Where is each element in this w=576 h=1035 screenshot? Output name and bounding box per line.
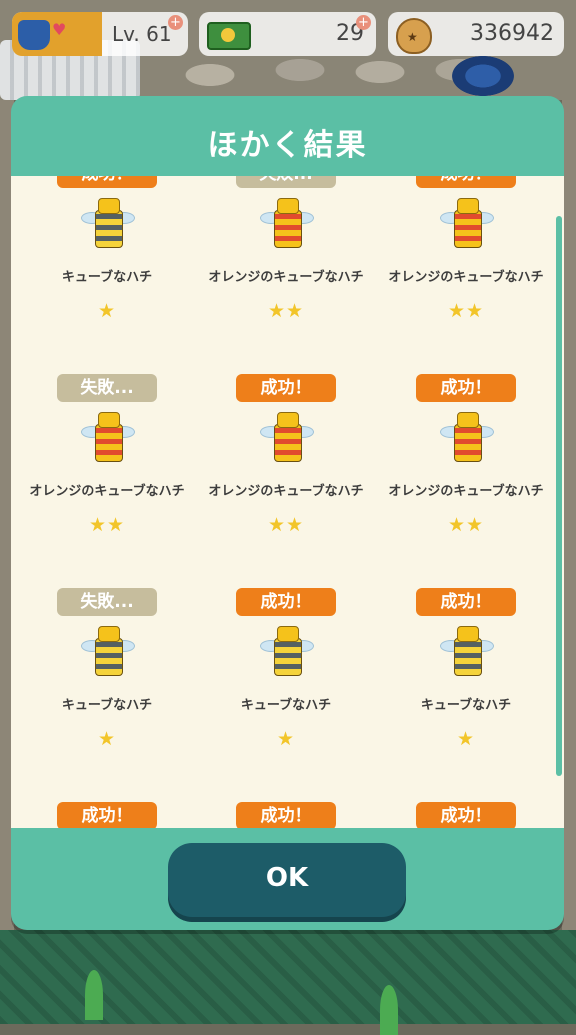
- dialog-title: ほかく結果: [207, 128, 368, 163]
- result-item: 失敗... オレンジのキューブなハチ ★★: [11, 374, 191, 574]
- fountain-decoration: [452, 56, 514, 96]
- insect-name: オレンジのキューブなハチ: [388, 484, 544, 499]
- result-status-badge: 成功！: [57, 176, 157, 188]
- result-status-badge: 成功！: [416, 374, 516, 402]
- bell-bag-icon: ★: [396, 18, 432, 54]
- result-status-badge: 失敗...: [57, 588, 157, 616]
- level-text: Lv. 61: [112, 22, 172, 46]
- result-item: 成功！: [190, 802, 370, 828]
- heart-icon: ♥: [52, 20, 67, 39]
- rarity-stars: ★: [97, 300, 117, 322]
- result-item: 失敗... オレンジのキューブなハチ ★★: [190, 176, 370, 360]
- result-item: 成功！ オレンジのキューブなハチ ★★: [370, 176, 550, 360]
- bee-icon: [440, 198, 494, 254]
- bee-icon: [81, 412, 135, 468]
- cat-icon: [18, 20, 50, 50]
- player-avatar: ♥: [12, 12, 102, 56]
- result-status-badge: 失敗...: [57, 374, 157, 402]
- result-status-badge: 成功！: [416, 588, 516, 616]
- bee-icon: [440, 626, 494, 682]
- plant-decoration: [85, 970, 103, 1020]
- rarity-stars: ★★: [447, 514, 485, 536]
- grass-ground: [0, 930, 576, 1035]
- result-status-badge: 成功！: [57, 802, 157, 828]
- bee-icon: [260, 412, 314, 468]
- result-status-badge: 成功！: [236, 374, 336, 402]
- results-scrollbar[interactable]: [556, 216, 562, 776]
- insect-name: キューブなハチ: [61, 270, 153, 285]
- bee-icon: [440, 412, 494, 468]
- result-item: 成功！ キューブなハチ ★: [370, 588, 550, 788]
- insect-name: キューブなハチ: [420, 698, 512, 713]
- plus-icon: +: [168, 15, 183, 30]
- tickets-panel[interactable]: 29 +: [199, 12, 376, 56]
- ok-button[interactable]: OK: [168, 843, 406, 917]
- leaf-ticket-icon: [207, 22, 251, 50]
- coins-panel[interactable]: ★ 336942: [388, 12, 564, 56]
- rarity-stars: ★: [456, 728, 476, 750]
- plant-decoration: [380, 985, 398, 1035]
- insect-name: オレンジのキューブなハチ: [208, 270, 364, 285]
- background-right: [562, 100, 576, 930]
- rarity-stars: ★: [97, 728, 117, 750]
- bee-icon: [260, 626, 314, 682]
- bee-icon: [81, 198, 135, 254]
- result-item: 成功！ キューブなハチ ★: [190, 588, 370, 788]
- result-item: 成功！ オレンジのキューブなハチ ★★: [190, 374, 370, 574]
- result-status-badge: 成功！: [236, 588, 336, 616]
- bee-icon: [260, 198, 314, 254]
- coins-count: 336942: [470, 21, 554, 46]
- result-status-badge: 成功！: [416, 176, 516, 188]
- level-panel[interactable]: ♥ Lv. 61 +: [12, 12, 188, 56]
- result-status-badge: 失敗...: [236, 176, 336, 188]
- result-item: 成功！ オレンジのキューブなハチ ★★: [370, 374, 550, 574]
- insect-name: オレンジのキューブなハチ: [29, 484, 185, 499]
- result-status-badge: 成功！: [236, 802, 336, 828]
- result-item: 成功！: [11, 802, 191, 828]
- result-item: 失敗... キューブなハチ ★: [11, 588, 191, 788]
- insect-name: オレンジのキューブなハチ: [388, 270, 544, 285]
- rarity-stars: ★★: [267, 514, 305, 536]
- insect-name: オレンジのキューブなハチ: [208, 484, 364, 499]
- capture-results-dialog: ほかく結果 成功！キューブなハチ★失敗...オレンジのキューブなハチ★★成功！オ…: [11, 96, 564, 930]
- results-panel[interactable]: 成功！キューブなハチ★失敗...オレンジのキューブなハチ★★成功！オレンジのキュ…: [11, 176, 564, 828]
- rarity-stars: ★: [276, 728, 296, 750]
- result-item: 成功！ キューブなハチ ★: [11, 176, 191, 360]
- bee-icon: [81, 626, 135, 682]
- result-status-badge: 成功！: [416, 802, 516, 828]
- plus-icon: +: [356, 15, 371, 30]
- insect-name: キューブなハチ: [240, 698, 332, 713]
- rarity-stars: ★★: [88, 514, 126, 536]
- rarity-stars: ★★: [447, 300, 485, 322]
- result-item: 成功！: [370, 802, 550, 828]
- insect-name: キューブなハチ: [61, 698, 153, 713]
- rarity-stars: ★★: [267, 300, 305, 322]
